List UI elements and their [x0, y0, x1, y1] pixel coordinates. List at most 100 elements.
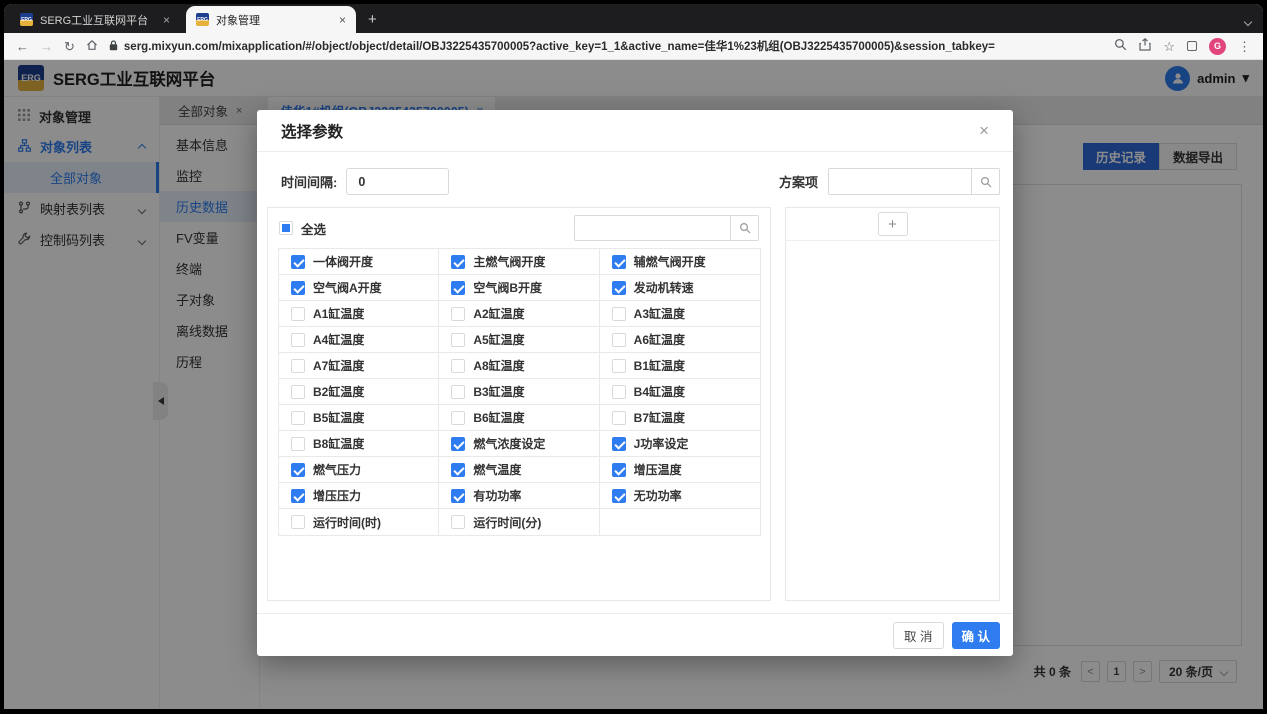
home-icon[interactable]: [86, 39, 98, 54]
add-plan-button[interactable]: +: [878, 212, 908, 236]
zoom-icon[interactable]: [1114, 38, 1127, 54]
param-checkbox[interactable]: [291, 437, 305, 451]
param-label: 燃气压力: [313, 461, 361, 478]
param-option[interactable]: 燃气压力: [279, 457, 439, 483]
param-checkbox[interactable]: [291, 489, 305, 503]
param-option[interactable]: 空气阀A开度: [279, 275, 439, 301]
param-checkbox[interactable]: [451, 385, 465, 399]
param-checkbox[interactable]: [291, 333, 305, 347]
param-checkbox[interactable]: [451, 411, 465, 425]
param-checkbox[interactable]: [612, 255, 626, 269]
param-option[interactable]: J功率设定: [600, 431, 760, 457]
param-checkbox[interactable]: [612, 307, 626, 321]
search-icon[interactable]: [730, 216, 758, 240]
share-icon[interactable]: [1139, 38, 1151, 54]
browser-tab-object-mgmt[interactable]: ERG 对象管理 ×: [186, 6, 356, 33]
param-option[interactable]: A1缸温度: [279, 301, 439, 327]
param-checkbox[interactable]: [451, 463, 465, 477]
param-checkbox[interactable]: [291, 411, 305, 425]
param-option[interactable]: 发动机转速: [600, 275, 760, 301]
param-option[interactable]: A5缸温度: [439, 327, 599, 353]
param-checkbox[interactable]: [291, 359, 305, 373]
plan-search-input[interactable]: [828, 168, 1000, 195]
param-checkbox[interactable]: [612, 463, 626, 477]
param-checkbox[interactable]: [451, 281, 465, 295]
param-label: 无功功率: [634, 487, 682, 504]
interval-input[interactable]: 0: [346, 168, 449, 195]
param-option[interactable]: 无功功率: [600, 483, 760, 509]
tab-search-chevron-icon[interactable]: [1245, 12, 1251, 30]
param-label: A2缸温度: [473, 305, 524, 322]
screenshot-frame: ERG SERG工业互联网平台 × ERG 对象管理 × + ← → ↻: [0, 0, 1267, 714]
param-checkbox[interactable]: [291, 515, 305, 529]
param-checkbox[interactable]: [451, 437, 465, 451]
param-option[interactable]: A7缸温度: [279, 353, 439, 379]
param-option[interactable]: B3缸温度: [439, 379, 599, 405]
modal-title: 选择参数: [281, 120, 343, 142]
param-option[interactable]: 增压温度: [600, 457, 760, 483]
param-checkbox[interactable]: [291, 463, 305, 477]
url-box[interactable]: serg.mixyun.com/mixapplication/#/object/…: [109, 38, 1103, 54]
param-checkbox[interactable]: [612, 411, 626, 425]
browser-tab-serg[interactable]: ERG SERG工业互联网平台 ×: [10, 6, 180, 33]
bookmark-star-icon[interactable]: ☆: [1163, 40, 1175, 53]
param-option[interactable]: 辅燃气阀开度: [600, 249, 760, 275]
param-option[interactable]: A2缸温度: [439, 301, 599, 327]
param-checkbox[interactable]: [291, 385, 305, 399]
param-checkbox[interactable]: [451, 515, 465, 529]
param-search-input[interactable]: [574, 215, 759, 241]
param-option[interactable]: B8缸温度: [279, 431, 439, 457]
tab-group-icon[interactable]: [1187, 41, 1197, 51]
modal-header: 选择参数 ×: [257, 110, 1013, 152]
param-option[interactable]: A3缸温度: [600, 301, 760, 327]
param-checkbox[interactable]: [291, 307, 305, 321]
param-option[interactable]: B5缸温度: [279, 405, 439, 431]
param-option[interactable]: A8缸温度: [439, 353, 599, 379]
param-option[interactable]: 运行时间(时): [279, 509, 439, 535]
param-checkbox[interactable]: [291, 281, 305, 295]
browser-profile-avatar[interactable]: G: [1209, 38, 1226, 55]
tab-close-icon[interactable]: ×: [163, 13, 170, 27]
new-tab-button[interactable]: +: [368, 11, 377, 28]
param-checkbox[interactable]: [451, 333, 465, 347]
browser-address-bar: ← → ↻ serg.mixyun.com/mixapplication/#/o…: [4, 33, 1263, 60]
param-checkbox[interactable]: [291, 255, 305, 269]
param-checkbox[interactable]: [612, 489, 626, 503]
reload-icon[interactable]: ↻: [64, 40, 75, 53]
param-checkbox[interactable]: [612, 333, 626, 347]
tab-close-icon[interactable]: ×: [339, 13, 346, 27]
param-option[interactable]: B2缸温度: [279, 379, 439, 405]
param-option[interactable]: B1缸温度: [600, 353, 760, 379]
select-all-control[interactable]: 全选: [279, 219, 326, 238]
param-option[interactable]: A4缸温度: [279, 327, 439, 353]
param-option[interactable]: 燃气浓度设定: [439, 431, 599, 457]
confirm-button[interactable]: 确 认: [952, 622, 1000, 649]
param-checkbox[interactable]: [451, 255, 465, 269]
param-option[interactable]: 运行时间(分): [439, 509, 599, 535]
browser-menu-icon[interactable]: ⋮: [1238, 40, 1251, 53]
param-option[interactable]: B7缸温度: [600, 405, 760, 431]
param-option[interactable]: 主燃气阀开度: [439, 249, 599, 275]
param-option[interactable]: 有功功率: [439, 483, 599, 509]
param-option[interactable]: B6缸温度: [439, 405, 599, 431]
forward-icon[interactable]: →: [40, 40, 53, 53]
modal-close-icon[interactable]: ×: [979, 122, 989, 139]
param-checkbox[interactable]: [612, 281, 626, 295]
param-option[interactable]: B4缸温度: [600, 379, 760, 405]
param-checkbox[interactable]: [451, 359, 465, 373]
cancel-button[interactable]: 取 消: [893, 622, 943, 649]
param-checkbox[interactable]: [612, 359, 626, 373]
param-checkbox[interactable]: [451, 489, 465, 503]
param-option[interactable]: 一体阀开度: [279, 249, 439, 275]
back-icon[interactable]: ←: [16, 40, 29, 53]
param-checkbox[interactable]: [451, 307, 465, 321]
param-option[interactable]: 燃气温度: [439, 457, 599, 483]
search-icon[interactable]: [971, 169, 999, 194]
param-option[interactable]: 空气阀B开度: [439, 275, 599, 301]
select-all-checkbox[interactable]: [279, 221, 293, 235]
param-checkbox[interactable]: [612, 385, 626, 399]
param-label: 有功功率: [473, 487, 521, 504]
param-option[interactable]: A6缸温度: [600, 327, 760, 353]
param-option[interactable]: 增压压力: [279, 483, 439, 509]
param-checkbox[interactable]: [612, 437, 626, 451]
